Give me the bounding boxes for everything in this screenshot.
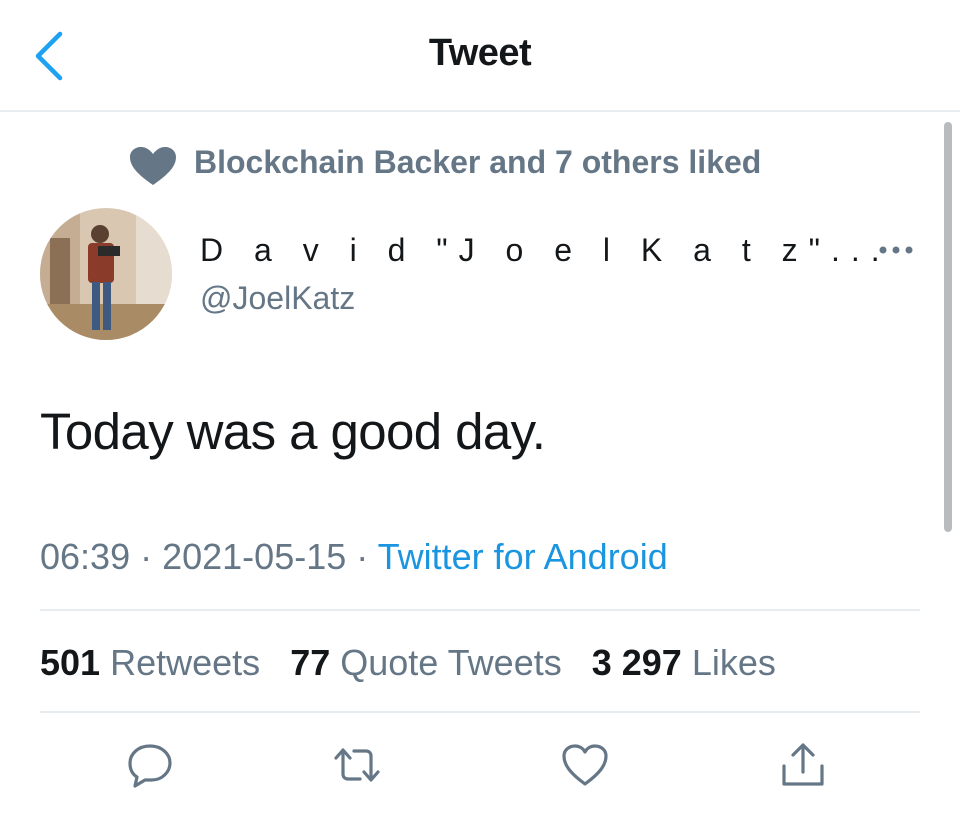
- more-dots-icon[interactable]: [876, 240, 916, 260]
- avatar[interactable]: [40, 208, 172, 340]
- retweets-label: Retweets: [110, 642, 261, 683]
- divider: [40, 609, 920, 611]
- heart-outline-icon[interactable]: [560, 740, 610, 790]
- retweets-count: 501: [40, 642, 101, 683]
- retweets-stat[interactable]: 501 Retweets: [40, 642, 260, 683]
- scrollbar[interactable]: [944, 122, 952, 532]
- tweet-date: 2021-05-15: [162, 536, 347, 577]
- meta-separator: ·: [130, 536, 163, 577]
- reply-icon[interactable]: [125, 740, 175, 790]
- social-context-text: Blockchain Backer and 7 others liked: [194, 144, 762, 180]
- quote-tweets-label: Quote Tweets: [340, 642, 562, 683]
- quote-tweets-stat[interactable]: 77 Quote Tweets: [290, 642, 562, 683]
- author-name[interactable]: D a v i d "J o e l K a t z"...: [200, 232, 891, 269]
- likes-label: Likes: [691, 642, 776, 683]
- heart-icon: [130, 147, 176, 185]
- share-icon[interactable]: [778, 740, 828, 790]
- engagement-stats: 501 Retweets 77 Quote Tweets 3 297 Likes: [40, 642, 796, 684]
- divider: [40, 711, 920, 713]
- tweet-time: 06:39: [40, 536, 131, 577]
- top-navigation-bar: Tweet: [0, 0, 960, 112]
- tweet-text: Today was a good day.: [40, 403, 546, 460]
- meta-separator: ·: [346, 536, 378, 577]
- likes-stat[interactable]: 3 297 Likes: [592, 642, 776, 683]
- author-handle[interactable]: @JoelKatz: [200, 280, 355, 317]
- page-title: Tweet: [428, 32, 532, 74]
- avatar-photo: [40, 208, 172, 340]
- likes-count: 3 297: [591, 642, 682, 683]
- quote-tweets-count: 77: [290, 642, 331, 683]
- retweet-icon[interactable]: [332, 740, 382, 790]
- tweet-meta: 06:39 · 2021-05-15 · Twitter for Android: [40, 536, 668, 578]
- tweet-source-link[interactable]: Twitter for Android: [378, 536, 668, 577]
